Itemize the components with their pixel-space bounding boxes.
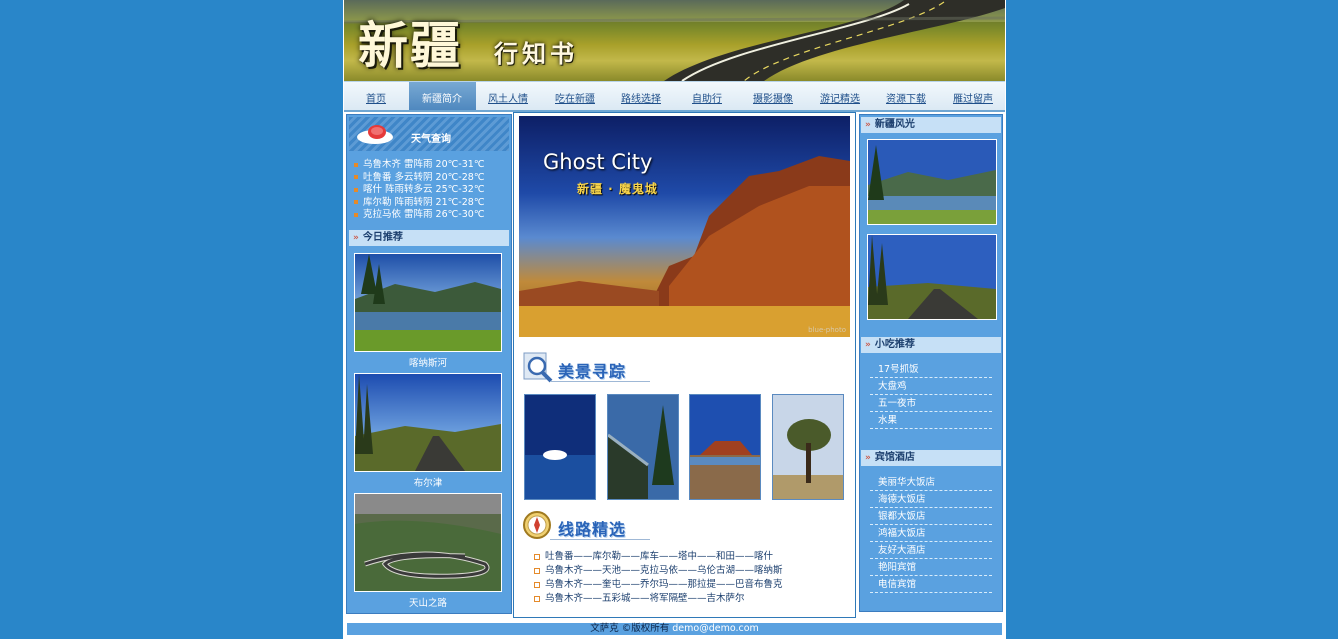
nav-item-food[interactable]: 吃在新疆 bbox=[555, 90, 595, 105]
thumb-bridge[interactable] bbox=[607, 394, 679, 500]
double-arrow-icon: » bbox=[865, 120, 871, 130]
hero-image-ghost-city[interactable]: Ghost City 新疆 · 魔鬼城 blue-photo bbox=[519, 116, 850, 337]
lake-dome-image bbox=[525, 395, 595, 499]
today-header: » 今日推荐 bbox=[349, 230, 509, 246]
food-title: 小吃推荐 bbox=[874, 339, 915, 350]
hotel-item[interactable]: 银都大饭店 bbox=[870, 508, 992, 525]
nav-item-guestbook[interactable]: 雁过留声 bbox=[953, 90, 993, 105]
today-photo-burqin[interactable] bbox=[354, 373, 502, 472]
hotel-item[interactable]: 海德大饭店 bbox=[870, 491, 992, 508]
nav-item-routes[interactable]: 路线选择 bbox=[621, 90, 661, 105]
left-sidebar: 天气查询 乌鲁木齐 雷阵雨 20℃-31℃ 吐鲁番 多云转阴 20℃-28℃ 喀… bbox=[346, 114, 512, 614]
site-banner: 新疆 行知书 bbox=[344, 0, 1005, 81]
double-arrow-icon: » bbox=[353, 233, 359, 243]
today-caption[interactable]: 喀纳斯河 bbox=[354, 355, 502, 369]
routes-title: 线路精选 bbox=[558, 520, 627, 539]
today-card[interactable]: 布尔津 bbox=[354, 373, 502, 489]
today-caption[interactable]: 布尔津 bbox=[354, 475, 502, 489]
weather-row: 克拉马依 雷阵雨 26℃-30℃ bbox=[354, 209, 509, 222]
hotel-item[interactable]: 鸿福大饭店 bbox=[870, 525, 992, 542]
red-rock-image bbox=[690, 395, 760, 499]
food-item[interactable]: 17号抓饭 bbox=[870, 361, 992, 378]
food-item[interactable]: 水果 bbox=[870, 412, 992, 429]
route-list: 吐鲁番——库尔勒——库车——塔中——和田——喀什 乌鲁木齐——天池——克拉马依—… bbox=[534, 550, 844, 606]
food-item[interactable]: 五一夜市 bbox=[870, 395, 992, 412]
hotel-item[interactable]: 美丽华大饭店 bbox=[870, 474, 992, 491]
nav-item-photography[interactable]: 摄影摄像 bbox=[753, 90, 793, 105]
double-arrow-icon: » bbox=[865, 340, 871, 350]
contact-email-link[interactable]: demo@demo.com bbox=[672, 623, 759, 634]
weather-row: 喀什 阵雨转多云 25℃-32℃ bbox=[354, 184, 509, 197]
hotel-item[interactable]: 友好大酒店 bbox=[870, 542, 992, 559]
nav-item-self-travel[interactable]: 自助行 bbox=[692, 90, 722, 105]
route-item[interactable]: 吐鲁番——库尔勒——库车——塔中——和田——喀什 bbox=[534, 550, 844, 564]
double-arrow-icon: » bbox=[865, 453, 871, 463]
right-sidebar: » 新疆风光 » 小吃推荐 17号抓饭 大盘鸡 五一夜市 水果 » 宾馆酒店 美… bbox=[859, 114, 1003, 612]
main-nav: 首页 新疆简介 风土人情 吃在新疆 路线选择 自助行 摄影摄像 游记精选 资源下… bbox=[344, 81, 1005, 112]
hotel-item[interactable]: 艳阳宾馆 bbox=[870, 559, 992, 576]
weather-cloud-icon bbox=[357, 125, 393, 144]
right-photo-road[interactable] bbox=[867, 234, 997, 320]
route-item[interactable]: 乌鲁木齐——五彩城——将军隔壁——吉木萨尔 bbox=[534, 592, 844, 606]
thumb-red-rock[interactable] bbox=[689, 394, 761, 500]
right-scenery-title: 新疆风光 bbox=[874, 119, 915, 130]
weather-row: 吐鲁番 多云转阴 20℃-28℃ bbox=[354, 172, 509, 185]
today-caption[interactable]: 天山之路 bbox=[354, 595, 502, 609]
scenery-header: » 新疆风光 bbox=[861, 117, 1001, 133]
hotel-header: » 宾馆酒店 bbox=[861, 450, 1001, 466]
hero-watermark: blue-photo bbox=[808, 326, 846, 334]
weather-title: 天气查询 bbox=[411, 134, 451, 145]
hero-title-cn: 新疆 · 魔鬼城 bbox=[577, 182, 658, 196]
routes-section-title: 线路精选 bbox=[520, 507, 660, 543]
food-list: 17号抓饭 大盘鸡 五一夜市 水果 bbox=[870, 361, 992, 429]
today-photo-tianshan[interactable] bbox=[354, 493, 502, 592]
scenery-title: 美景寻踪 bbox=[558, 362, 627, 381]
page-container: 新疆 行知书 首页 新疆简介 风土人情 吃在新疆 路线选择 自助行 摄影摄像 游… bbox=[343, 0, 1006, 639]
divider bbox=[550, 381, 650, 382]
banner-subtitle: 行知书 bbox=[494, 39, 578, 68]
today-card[interactable]: 天山之路 bbox=[354, 493, 502, 609]
today-title: 今日推荐 bbox=[362, 232, 403, 243]
hotel-list: 美丽华大饭店 海德大饭店 银都大饭店 鸿福大饭店 友好大酒店 艳阳宾馆 电信宾馆 bbox=[870, 474, 992, 593]
road-image bbox=[868, 235, 996, 319]
right-photo-lake[interactable] bbox=[867, 139, 997, 225]
winding-road-image bbox=[355, 494, 501, 591]
mountain-lake-image bbox=[868, 140, 996, 224]
today-card[interactable]: 喀纳斯河 bbox=[354, 253, 502, 369]
divider bbox=[550, 539, 650, 540]
weather-row: 库尔勒 阵雨转阴 21℃-28℃ bbox=[354, 197, 509, 210]
site-footer: 文萨克 ©版权所有 demo@demo.com bbox=[347, 623, 1002, 635]
desert-tree-image bbox=[773, 395, 843, 499]
main-content: Ghost City 新疆 · 魔鬼城 blue-photo 美景寻踪 线路精选… bbox=[513, 112, 856, 618]
scenery-thumbnails bbox=[524, 394, 846, 500]
thumb-tree[interactable] bbox=[772, 394, 844, 500]
thumb-lake-dome[interactable] bbox=[524, 394, 596, 500]
compass-icon bbox=[523, 511, 551, 539]
weather-row: 乌鲁木齐 雷阵雨 20℃-31℃ bbox=[354, 159, 509, 172]
food-item[interactable]: 大盘鸡 bbox=[870, 378, 992, 395]
nav-item-travelogues[interactable]: 游记精选 bbox=[820, 90, 860, 105]
road-mountain-image bbox=[355, 374, 501, 471]
today-photo-kanas[interactable] bbox=[354, 253, 502, 352]
copyright-text: 文萨克 ©版权所有 bbox=[590, 623, 670, 634]
hotel-title: 宾馆酒店 bbox=[874, 452, 915, 463]
nav-item-customs[interactable]: 风土人情 bbox=[488, 90, 528, 105]
weather-list: 乌鲁木齐 雷阵雨 20℃-31℃ 吐鲁番 多云转阴 20℃-28℃ 喀什 阵雨转… bbox=[354, 159, 509, 222]
hotel-item[interactable]: 电信宾馆 bbox=[870, 576, 992, 593]
nav-item-home[interactable]: 首页 bbox=[366, 90, 386, 105]
weather-header: 天气查询 bbox=[349, 117, 509, 151]
bridge-image bbox=[608, 395, 678, 499]
nav-item-intro[interactable]: 新疆简介 bbox=[422, 90, 462, 105]
magnifier-icon bbox=[523, 352, 553, 383]
scenery-section-title: 美景寻踪 bbox=[520, 349, 660, 385]
hero-title-en: Ghost City bbox=[543, 150, 653, 174]
banner-title: 新疆 bbox=[358, 16, 462, 75]
route-item[interactable]: 乌鲁木齐——天池——克拉马依——乌伦古湖——喀纳斯 bbox=[534, 564, 844, 578]
food-header: » 小吃推荐 bbox=[861, 337, 1001, 353]
route-item[interactable]: 乌鲁木齐——奎屯——乔尔玛——那拉提——巴音布鲁克 bbox=[534, 578, 844, 592]
lake-forest-image bbox=[355, 254, 501, 351]
nav-item-downloads[interactable]: 资源下载 bbox=[886, 90, 926, 105]
